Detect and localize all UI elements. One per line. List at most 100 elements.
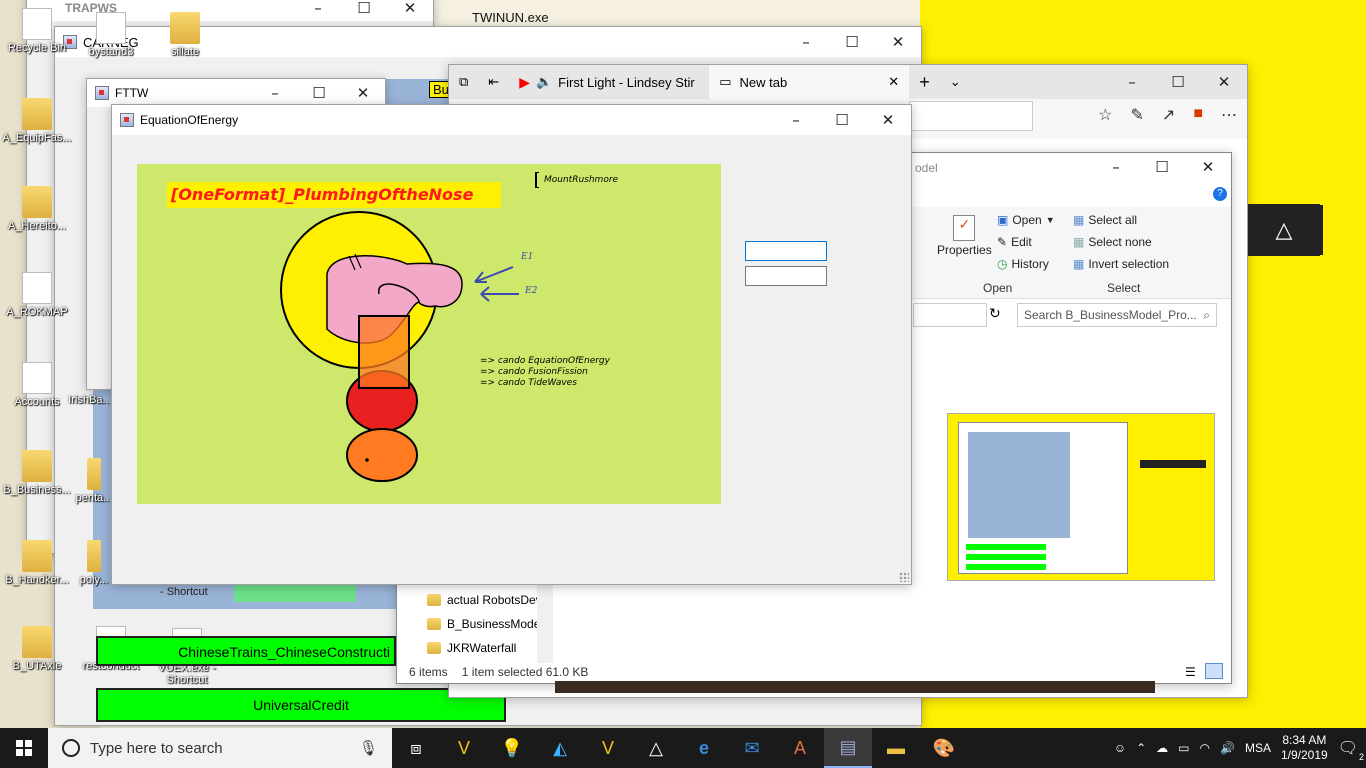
messenger-icon[interactable]: ✉ [728,728,776,768]
minimize-icon[interactable]: – [783,27,829,57]
close-icon[interactable]: ✕ [1201,65,1247,99]
tab-new-tab[interactable]: ▭ New tab ✕ [709,65,910,99]
button-label: Invert selection [1088,257,1170,271]
address-bar[interactable] [909,101,1033,131]
orange-circle [346,428,418,482]
resize-grip[interactable] [899,572,909,582]
icon-label: A_ROKMAP [6,306,68,318]
more-icon[interactable]: ⋯ [1221,105,1237,125]
chevron-up-icon[interactable]: ⌃ [1136,741,1146,755]
minimize-icon[interactable]: – [1093,153,1139,181]
favorites-icon[interactable]: ☆ [1098,105,1112,125]
desktop-icon-a-hereito[interactable]: A_Hereito... [0,186,74,232]
share-icon[interactable]: ↗ [1162,105,1175,125]
history-button[interactable]: ◷ History [997,257,1049,271]
equation-of-energy-window[interactable]: EquationOfEnergy – ☐ ✕ [OneFormat]_Plumb… [111,104,912,585]
lightbulb-icon[interactable]: 💡 [488,728,536,768]
search-input[interactable]: Search B_BusinessModel_Pro... ⌕ [1017,303,1217,327]
system-tray: ☺ ⌃ ☁ ▭ ◠ 🔊 MSA 8:34 AM 1/9/2019 🗨 2 [1114,733,1366,763]
start-button[interactable] [0,728,48,768]
folder-icon [22,186,52,218]
notification-icon[interactable]: 🗨 2 [1338,738,1364,762]
desktop-icon-recycle-bin[interactable]: Recycle Bin [0,8,74,54]
battery-icon[interactable]: ▭ [1178,741,1189,755]
task-view-icon[interactable]: ⧈ [392,728,440,768]
status-items: 6 items [409,665,448,679]
folder-icon [87,458,101,490]
desktop-icon-b-utaxle[interactable]: B_UTAxle [0,626,74,672]
drawing-canvas[interactable]: [OneFormat]_PlumbingOftheNose MountRushm… [137,164,721,504]
thumbnail-green-bar [966,564,1046,570]
new-tab-button[interactable]: + [909,65,940,99]
close-icon[interactable]: ✕ [387,0,433,21]
maximize-icon[interactable]: ☐ [819,105,865,135]
address-field[interactable] [913,303,987,327]
help-icon[interactable]: ? [1213,187,1227,201]
volume-icon[interactable]: 🔊 [1220,741,1235,755]
minimize-icon[interactable]: – [1109,65,1155,99]
large-icons-view-icon[interactable] [1205,663,1223,679]
properties-button[interactable]: ✓ Properties [937,215,992,257]
desktop-icon-bystand3[interactable]: bystand3 [74,12,148,58]
minimize-icon[interactable]: – [773,105,819,135]
list-item[interactable]: B_BusinessMode [427,617,540,631]
select-all-button[interactable]: ▦ Select all [1073,213,1137,227]
button-universal-credit[interactable]: UniversalCredit [96,688,506,722]
invert-selection-button[interactable]: ▦ Invert selection [1073,257,1169,271]
desktop-icon-a-equipfas[interactable]: A_EquipFas... [0,98,74,144]
select-all-icon: ▦ [1073,213,1085,227]
clock[interactable]: 8:34 AM 1/9/2019 [1281,733,1328,763]
details-view-icon[interactable]: ☰ [1185,665,1196,679]
select-none-button[interactable]: ▦ Select none [1073,235,1152,249]
maximize-icon[interactable]: ☐ [297,79,341,107]
desktop-icon-b-handker[interactable]: B_Handker... [0,540,74,586]
icon-label: B_Handker... [5,574,69,586]
delta-app-icon[interactable]: △ [632,728,680,768]
maximize-icon[interactable]: ☐ [829,27,875,57]
twinun-label[interactable]: TWINUN.exe [472,10,549,25]
close-icon[interactable]: ✕ [1185,153,1231,181]
tab-first-light[interactable]: ▶ 🔈 First Light - Lindsey Stir [509,65,709,99]
list-item[interactable]: JKRWaterfall [427,641,516,655]
close-icon[interactable]: ✕ [875,27,921,57]
tab-aside-icon[interactable]: ⇤ [478,65,509,99]
maximize-icon[interactable]: ☐ [1139,153,1185,181]
text-input-2[interactable] [745,266,827,286]
desktop-icon-a-rokmap[interactable]: A_ROKMAP [0,272,74,318]
people-icon[interactable]: ☺ [1114,741,1126,755]
tab-preview-icon[interactable]: ⧉ [449,65,478,99]
chevron-down-icon[interactable]: ⌄ [940,65,971,99]
refresh-icon[interactable]: ↻ [989,305,1001,322]
close-icon[interactable]: ✕ [865,105,911,135]
close-icon[interactable]: ✕ [341,79,385,107]
microphone-icon[interactable]: 🎙 [359,739,378,757]
language-indicator[interactable]: MSA [1245,741,1271,755]
button-chinese-trains[interactable]: ChineseTrains_ChineseConstructi [96,636,396,666]
close-tab-icon[interactable]: ✕ [888,74,899,90]
vertical-scrollbar[interactable] [537,583,553,663]
extension-icon[interactable]: ■ [1193,105,1203,125]
cloud-icon[interactable]: ☁ [1156,741,1168,755]
taskbar-search[interactable]: Type here to search 🎙 [48,728,392,768]
paint-palette-icon[interactable]: 🎨 [920,728,968,768]
open-button[interactable]: ▣ Open ▼ [997,213,1055,227]
minimize-icon[interactable]: – [295,0,341,21]
minimize-icon[interactable]: – [253,79,297,107]
pen-icon[interactable]: ✎ [1131,105,1144,125]
active-window-icon[interactable]: ▤ [824,728,872,768]
file-explorer-icon[interactable]: ▬ [872,728,920,768]
wifi-icon[interactable]: ◠ [1200,741,1210,755]
maximize-icon[interactable]: ☐ [341,0,387,21]
maximize-icon[interactable]: ☐ [1155,65,1201,99]
app-v-icon[interactable]: V [440,728,488,768]
app-sail-icon[interactable]: ◭ [536,728,584,768]
paint-app-icon[interactable]: A [776,728,824,768]
desktop-icon-b-business[interactable]: B_Business... [0,450,74,496]
edit-button[interactable]: ✎ Edit [997,235,1032,249]
text-input-1[interactable] [745,241,827,261]
edge-icon[interactable]: e [680,728,728,768]
desktop-icon-sillate[interactable]: sillate [148,12,222,58]
list-item[interactable]: actual RobotsDev [427,593,542,607]
delta-tile[interactable]: △ [1248,204,1320,256]
app-v2-icon[interactable]: V [584,728,632,768]
